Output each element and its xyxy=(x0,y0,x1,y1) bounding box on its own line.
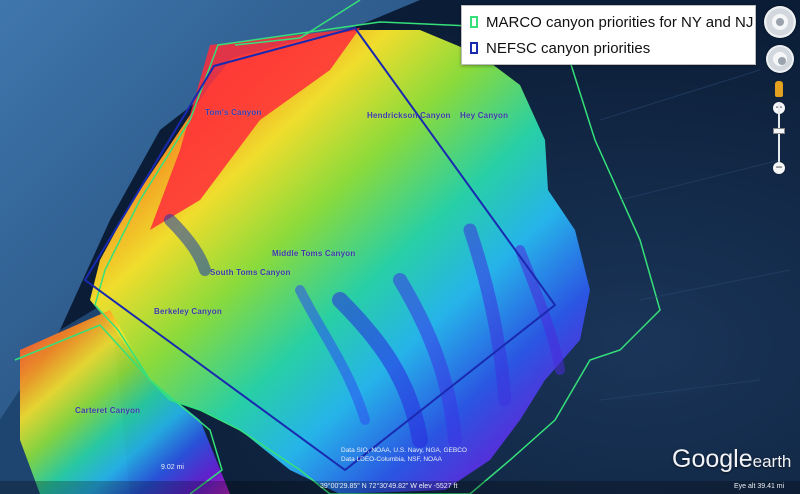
legend-label-marco: MARCO canyon priorities for NY and NJ xyxy=(486,13,754,31)
google-earth-logo: Googleearth xyxy=(672,445,791,474)
logo-sub: earth xyxy=(752,452,792,471)
canyon-label-south-toms: South Toms Canyon xyxy=(210,268,291,277)
canyon-label-hey: Hey Canyon xyxy=(460,111,509,120)
canyon-label-middle-toms: Middle Toms Canyon xyxy=(272,249,356,258)
logo-main: Google xyxy=(672,445,753,473)
street-view-pegman-icon[interactable] xyxy=(775,81,783,97)
canyon-label-carteret: Carteret Canyon xyxy=(75,406,141,415)
scale-legend: 9.02 mi xyxy=(161,464,184,471)
data-attribution: Data SIO, NOAA, U.S. Navy, NGA, GEBCO Da… xyxy=(341,446,481,464)
legend: MARCO canyon priorities for NY and NJ NE… xyxy=(461,5,756,65)
status-bar: 9.02 mi 39°00'29.85" N 72°30'49.82" W el… xyxy=(0,464,800,494)
legend-item-marco: MARCO canyon priorities for NY and NJ xyxy=(462,10,755,34)
canyon-label-berkeley: Berkeley Canyon xyxy=(154,307,222,316)
zoom-out-button[interactable]: − xyxy=(773,161,785,174)
attribution-line-2: Data LDEO-Columbia, NSF, NOAA xyxy=(341,456,442,463)
legend-item-nefsc: NEFSC canyon priorities xyxy=(462,36,755,60)
marco-swatch-icon xyxy=(470,16,478,28)
look-joystick-icon[interactable] xyxy=(764,6,796,38)
legend-label-nefsc: NEFSC canyon priorities xyxy=(486,39,651,57)
canyon-label-toms: Tom's Canyon xyxy=(205,108,262,117)
zoom-slider-handle[interactable] xyxy=(773,128,785,134)
eye-altitude: Eye alt 39.41 mi xyxy=(734,483,785,490)
canyon-label-hendrickson: Hendrickson Canyon xyxy=(367,111,451,120)
move-joystick-icon[interactable] xyxy=(766,45,794,73)
pointer-coordinates: 39°00'29.85" N 72°30'49.82" W elev -5527… xyxy=(320,483,458,490)
nefsc-swatch-icon xyxy=(470,42,478,54)
attribution-line-1: Data SIO, NOAA, U.S. Navy, NGA, GEBCO xyxy=(341,447,467,454)
bathymetry-map[interactable] xyxy=(0,0,800,494)
